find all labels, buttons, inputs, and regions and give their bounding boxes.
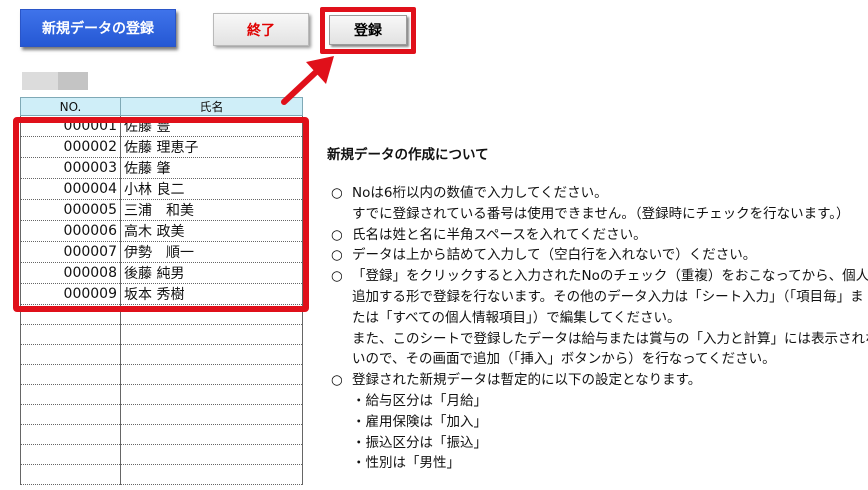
- table-row: 000001 佐藤 豊: [20, 115, 303, 137]
- table-row: [20, 424, 303, 445]
- bullet: ○: [331, 226, 343, 243]
- bullet: ○: [331, 372, 343, 389]
- note-item-5: 登録された新規データは暫定的に以下の設定となります。: [352, 372, 702, 389]
- cell-no[interactable]: 000004: [20, 178, 121, 200]
- cell-no[interactable]: [20, 304, 121, 325]
- table-row: 000002 佐藤 理恵子: [20, 136, 303, 158]
- table-row: [20, 384, 303, 405]
- cell-no[interactable]: 000006: [20, 220, 121, 242]
- cell-name[interactable]: [120, 344, 303, 365]
- cell-name[interactable]: [120, 464, 303, 485]
- cell-name[interactable]: [120, 304, 303, 325]
- table-row: 000004 小林 良二: [20, 178, 303, 200]
- note-item-4-cont-1: 追加する形で登録を行ないます。その他のデータ入力は「シート入力」（「項目毎」ま: [352, 288, 864, 305]
- note-item-1: Noは6桁以内の数値で入力してください。: [352, 185, 608, 201]
- setting-gender: ・性別は「男性」: [352, 455, 460, 472]
- cell-name[interactable]: 佐藤 豊: [120, 115, 303, 137]
- table-row: [20, 324, 303, 345]
- cell-name[interactable]: 小林 良二: [120, 178, 303, 200]
- new-data-register-button[interactable]: 新規データの登録: [20, 9, 176, 47]
- cell-name[interactable]: [120, 384, 303, 405]
- table-row: 000006 高木 政美: [20, 220, 303, 242]
- cell-no[interactable]: 000009: [20, 283, 121, 305]
- cell-no[interactable]: [20, 444, 121, 465]
- cell-name[interactable]: 坂本 秀樹: [120, 283, 303, 305]
- cell-name[interactable]: [120, 404, 303, 425]
- cell-name[interactable]: 三浦 和美: [120, 199, 303, 221]
- bullet: ○: [331, 247, 343, 264]
- bullet: ○: [331, 268, 343, 285]
- note-item-4-cont-4: いので、その画面で追加（「挿入」ボタンから）を行なってください。: [352, 351, 776, 368]
- table-row: [20, 444, 303, 465]
- table-row: 000007 伊勢 順一: [20, 241, 303, 263]
- cell-name[interactable]: 佐藤 肇: [120, 157, 303, 179]
- cell-no[interactable]: 000001: [20, 115, 121, 137]
- table-row: [20, 464, 303, 485]
- note-item-4: 「登録」をクリックすると入力されたNoのチェック（重複）をおこなってから、個人情…: [352, 268, 868, 285]
- table-row: [20, 304, 303, 325]
- cell-no[interactable]: 000008: [20, 262, 121, 284]
- table-row: [20, 344, 303, 365]
- note-item-2: 氏名は姓と名に半角スペースを入れてください。: [352, 226, 647, 243]
- cell-name[interactable]: 後藤 純男: [120, 262, 303, 284]
- cell-no[interactable]: [20, 344, 121, 365]
- column-header-no: NO.: [20, 97, 121, 116]
- end-button[interactable]: 終了: [213, 13, 309, 46]
- setting-transfer-type: ・振込区分は「振込」: [352, 434, 487, 451]
- blurred-cell: [22, 72, 58, 90]
- table-row: [20, 404, 303, 425]
- table-row: 000008 後藤 純男: [20, 262, 303, 284]
- cell-no[interactable]: 000003: [20, 157, 121, 179]
- cell-no[interactable]: [20, 384, 121, 405]
- cell-no[interactable]: [20, 364, 121, 385]
- cell-name[interactable]: [120, 444, 303, 465]
- cell-name[interactable]: 佐藤 理恵子: [120, 136, 303, 158]
- arrow-icon: [281, 56, 334, 105]
- entry-table: NO. 氏名 000001 佐藤 豊 000002 佐藤 理恵子 000003 佐藤 肇0…: [20, 97, 303, 485]
- cell-name[interactable]: [120, 324, 303, 345]
- table-row: 000005 三浦 和美: [20, 199, 303, 221]
- setting-employment-insurance: ・雇用保険は「加入」: [352, 413, 487, 430]
- info-title: 新規データの作成について: [327, 147, 489, 163]
- cell-name[interactable]: [120, 364, 303, 385]
- register-button[interactable]: 登録: [329, 15, 407, 45]
- blurred-cell: [58, 72, 88, 90]
- table-row: 000009 坂本 秀樹: [20, 283, 303, 305]
- cell-no[interactable]: 000002: [20, 136, 121, 158]
- note-item-1-cont: すでに登録されている番号は使用できません。（登録時にチェックを行ないます。）: [352, 205, 850, 222]
- note-item-4-cont-3: また、このシートで登録したデータは給与または賞与の「入力と計算」には表示されな: [352, 330, 868, 347]
- bullet: ○: [331, 185, 343, 201]
- table-header-row: NO. 氏名: [20, 97, 303, 116]
- cell-name[interactable]: [120, 424, 303, 445]
- column-header-name: 氏名: [120, 97, 303, 116]
- cell-no[interactable]: [20, 404, 121, 425]
- cell-no[interactable]: [20, 324, 121, 345]
- note-item-4-cont-2: たは「すべての個人情報項目」）で編集してください。: [352, 309, 681, 326]
- cell-no[interactable]: [20, 464, 121, 485]
- cell-name[interactable]: 高木 政美: [120, 220, 303, 242]
- table-row: 000003 佐藤 肇: [20, 157, 303, 179]
- cell-name[interactable]: 伊勢 順一: [120, 241, 303, 263]
- cell-no[interactable]: 000007: [20, 241, 121, 263]
- note-item-3: データは上から詰めて入力して（空白行を入れないで）ください。: [352, 247, 757, 264]
- setting-salary-type: ・給与区分は「月給」: [352, 392, 487, 409]
- cell-no[interactable]: 000005: [20, 199, 121, 221]
- info-notes: ○ Noは6桁以内の数値で入力してください。 すでに登録されている番号は使用できま…: [331, 183, 868, 474]
- table-row: [20, 364, 303, 385]
- cell-no[interactable]: [20, 424, 121, 445]
